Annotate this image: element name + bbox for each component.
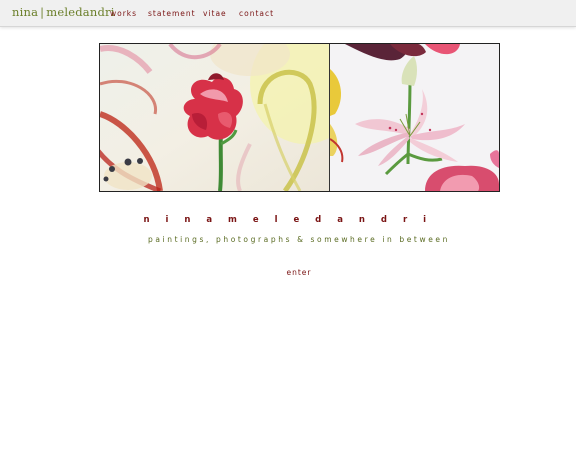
logo-first-name: nina [12, 5, 39, 19]
nav-link-works[interactable]: works [110, 9, 137, 18]
logo-separator: | [40, 5, 45, 19]
artist-name-heading: n i n a m e l e d a n d r i [143, 215, 433, 225]
site-logo[interactable]: nina | meledandri [12, 5, 115, 19]
nav-link-contact[interactable]: contact [239, 9, 274, 18]
enter-link[interactable]: enter [0, 268, 576, 277]
nav-link-vitae[interactable]: vitae [203, 9, 227, 18]
top-nav-bar: nina | meledandri works statement vitae co… [0, 0, 576, 27]
hero-artwork-banner [99, 43, 500, 192]
tagline: paintings, photographs & somewhere in be… [147, 235, 450, 244]
logo-last-name: meledandri [46, 5, 115, 19]
tulip-painting-image [100, 44, 360, 191]
lily-painting-image [329, 44, 499, 191]
nav-link-statement[interactable]: statement [148, 9, 196, 18]
